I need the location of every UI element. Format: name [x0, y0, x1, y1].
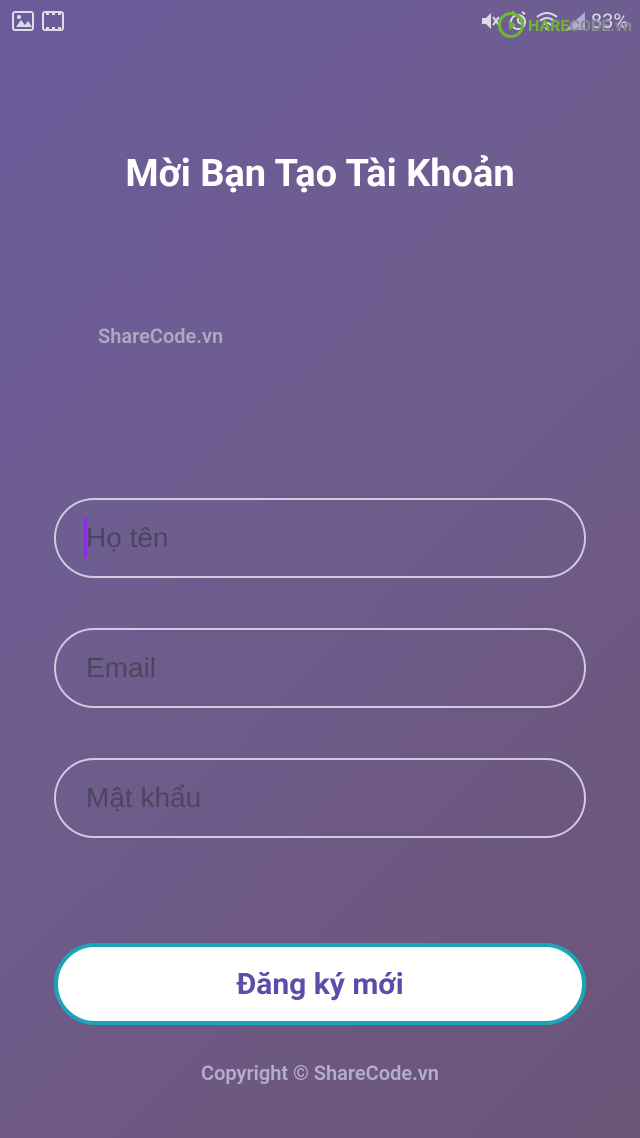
email-field-wrapper	[54, 628, 586, 708]
page-title: Mời Bạn Tạo Tài Khoản	[0, 152, 640, 196]
status-left	[12, 11, 64, 31]
watermark-logo: HARECODE.vn	[498, 12, 632, 38]
name-field-wrapper	[54, 498, 586, 578]
password-field-wrapper	[54, 758, 586, 838]
play-circle-icon	[498, 12, 524, 38]
submit-button[interactable]: Đăng ký mới	[54, 943, 586, 1025]
email-input[interactable]	[54, 628, 586, 708]
name-input[interactable]	[54, 498, 586, 578]
text-cursor	[84, 518, 87, 558]
watermark-mid: ShareCode.vn	[98, 324, 640, 348]
signup-form	[0, 498, 640, 838]
watermark-logo-text: HARECODE.vn	[528, 16, 632, 35]
password-input[interactable]	[54, 758, 586, 838]
image-icon	[12, 11, 34, 31]
video-icon	[42, 11, 64, 31]
copyright-text: Copyright © ShareCode.vn	[0, 1061, 640, 1085]
